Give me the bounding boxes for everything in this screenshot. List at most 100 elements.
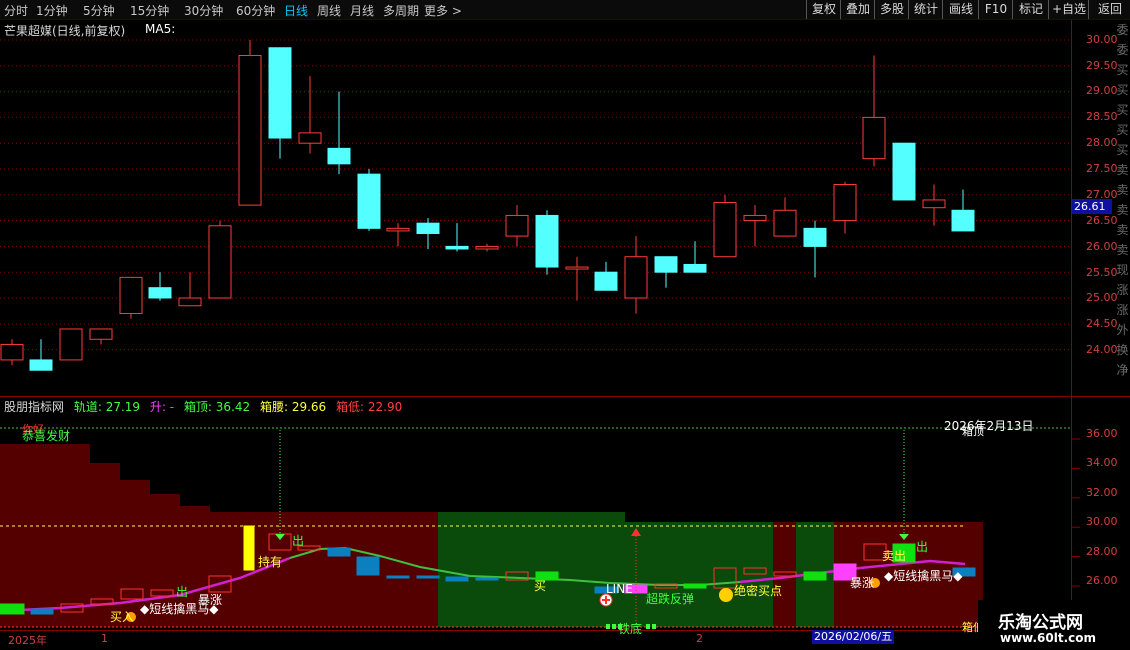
side-char: 涨: [1116, 283, 1129, 297]
candle-body: [208, 225, 232, 299]
candle-body: [238, 54, 262, 206]
candle-body: [892, 142, 916, 201]
candle-body: [59, 328, 83, 361]
indicator-bar: [386, 575, 410, 579]
indicator-name: 股朋指标网: [4, 400, 65, 414]
line-label: LINE: [606, 582, 633, 596]
buy-in-label: 买入: [110, 610, 135, 624]
candle-body: [803, 227, 827, 247]
indicator-bar: [803, 571, 827, 581]
candle-body: [357, 173, 381, 229]
side-char: 卖: [1116, 183, 1129, 197]
indicator-bar: [243, 525, 255, 571]
box-waist-value: 箱腰: 29.66: [259, 400, 327, 414]
indicator-bar: [475, 577, 499, 581]
candle-body: [89, 328, 113, 340]
y-tick: 25.50: [1086, 266, 1118, 279]
side-char: 涨: [1116, 303, 1129, 317]
candle-body: [862, 116, 886, 160]
candle-body: [29, 359, 53, 371]
side-char: 买: [1116, 123, 1129, 137]
y-tick: 26.50: [1086, 214, 1118, 227]
candle-body: [416, 222, 440, 234]
candle-body: [445, 245, 469, 250]
box-band: [0, 444, 90, 627]
iron-bottom-mark: [652, 624, 656, 629]
candle-body: [654, 256, 678, 273]
x-label-year: 2025年: [8, 634, 47, 647]
rebound-label: 超跌反弹: [646, 592, 695, 606]
candle-body: [148, 287, 172, 299]
side-char: 净: [1116, 363, 1129, 377]
indicator-bar: [0, 603, 25, 615]
cursor-date-tag: 2026/02/06/五: [812, 630, 895, 644]
y-tick: 28.00: [1086, 136, 1118, 149]
indicator-bar: [683, 583, 707, 589]
box-bottom-value: 箱低: 22.90: [336, 400, 403, 414]
side-char: 外: [1116, 323, 1129, 337]
side-char: 买: [1116, 143, 1129, 157]
candle-body: [475, 245, 499, 250]
candle-body: [298, 132, 322, 144]
date-note-label: 2026年2月13日: [944, 419, 1034, 433]
side-char: 换: [1116, 343, 1129, 357]
candle-body: [922, 199, 946, 209]
y-tick: 32.00: [1086, 486, 1118, 499]
candle-body: [178, 297, 202, 307]
y-tick: 28.50: [1086, 110, 1118, 123]
buy-label: 买: [534, 579, 547, 593]
watermark-url: www.60lt.com: [1000, 631, 1097, 645]
indicator-title-bar: 股朋指标网 轨道: 27.19 升: - 箱顶: 36.42 箱腰: 29.66…: [4, 398, 408, 415]
candle-body: [268, 47, 292, 139]
candle-body: [327, 147, 351, 165]
side-quote-strip: 委 委 买 买 买 买 买 卖 卖 卖 卖 卖 现 涨 涨 外 换 净: [1115, 20, 1130, 396]
chart-canvas[interactable]: [0, 0, 1130, 650]
watermark-title: 乐淘公式网: [998, 613, 1083, 633]
candle-body: [833, 183, 857, 222]
dark-horse-label: ◆短线擒黑马◆: [140, 602, 219, 616]
y-tick: 24.00: [1086, 343, 1118, 356]
y-tick: 29.00: [1086, 84, 1118, 97]
smiley-icon: [719, 588, 733, 602]
surge-label: 暴涨: [850, 576, 875, 590]
indicator-bar: [445, 576, 469, 582]
x-label-month: 1: [101, 632, 108, 645]
candle-body: [386, 227, 410, 232]
candle-body: [594, 271, 618, 291]
green-zone: [438, 512, 625, 627]
side-char: 卖: [1116, 163, 1129, 177]
indicator-bar: [356, 556, 380, 576]
current-price-tag: 26.61: [1072, 199, 1112, 214]
candles: [0, 40, 975, 371]
candle-body: [119, 276, 143, 314]
candle-body: [565, 266, 589, 270]
y-tick: 25.00: [1086, 291, 1118, 304]
sell-label: 出: [292, 534, 305, 548]
sell-label: 出: [916, 540, 929, 554]
y-tick: 26.00: [1086, 574, 1118, 587]
track-value: 轨道: 27.19: [73, 400, 141, 414]
iron-bottom-label: 铁底: [618, 622, 643, 636]
dark-horse-label: ◆短线擒黑马◆: [884, 569, 963, 583]
candle-body: [743, 214, 767, 222]
y-tick: 26.00: [1086, 240, 1118, 253]
side-char: 卖: [1116, 243, 1129, 257]
side-char: 买: [1116, 103, 1129, 117]
watermark: 乐淘公式网 www.60lt.com: [978, 600, 1130, 650]
candle-body: [683, 263, 707, 273]
side-char: 卖: [1116, 203, 1129, 217]
candle-body: [535, 214, 559, 268]
indicator-bar: [416, 575, 440, 579]
candle-body: [951, 209, 975, 232]
candle-body: [624, 256, 648, 299]
side-char: 现: [1116, 263, 1129, 277]
x-label-month: 2: [696, 632, 703, 645]
candle-body: [773, 209, 797, 237]
y-tick: 36.00: [1086, 427, 1118, 440]
hold-label: 持有: [258, 555, 283, 569]
side-char: 委: [1116, 43, 1129, 57]
gongxi-label: 恭喜发财: [22, 429, 71, 443]
y-tick: 28.00: [1086, 545, 1118, 558]
y-tick: 29.50: [1086, 59, 1118, 72]
up-value: 升: -: [149, 400, 175, 414]
